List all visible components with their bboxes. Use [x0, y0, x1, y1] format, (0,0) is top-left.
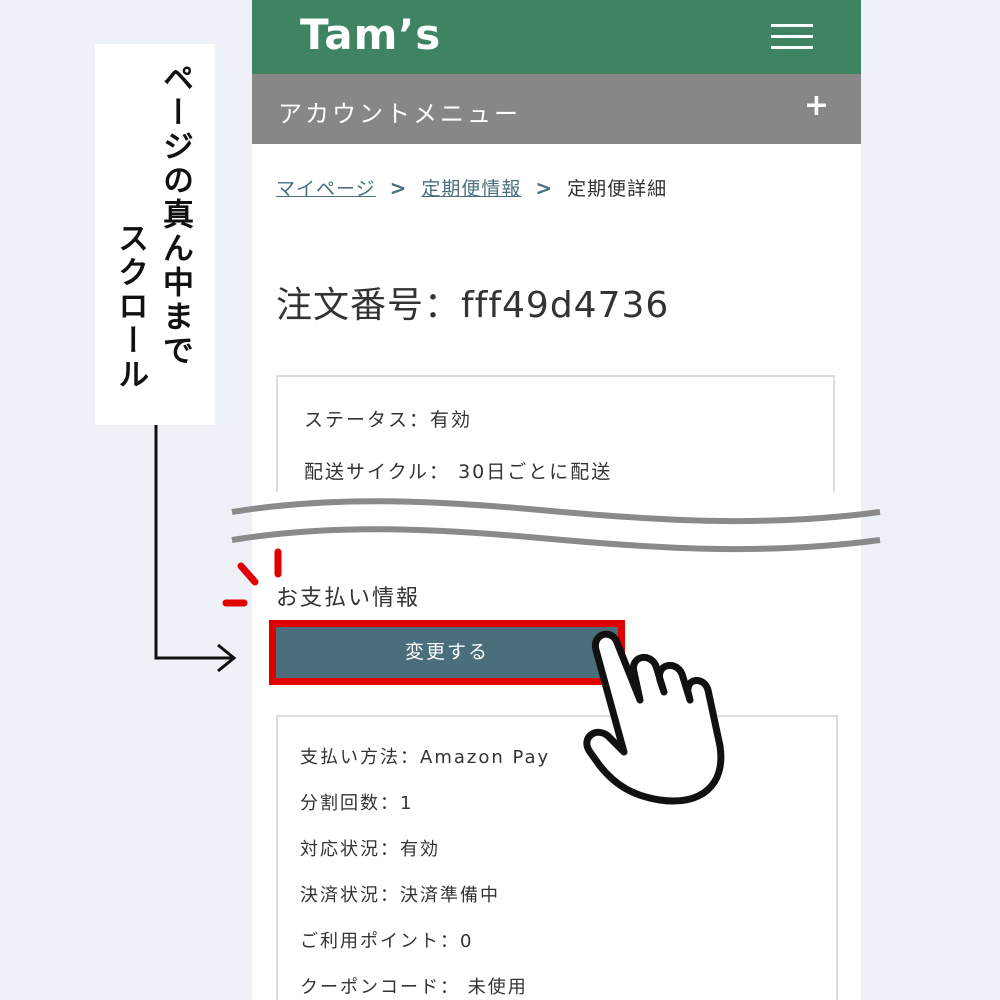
tutorial-screenshot: ページの真ん中まで スクロール Tam’s アカウントメニュー + マイページ >… [0, 0, 1000, 1000]
payment-section: お支払い情報 変更する 支払い方法：Amazon Pay 分割回数：1 対応状況… [252, 492, 861, 1000]
breadcrumb-mypage-link[interactable]: マイページ [276, 178, 376, 200]
points-used-text: ご利用ポイント：0 [300, 931, 474, 952]
change-payment-button[interactable]: 変更する [269, 620, 625, 685]
instruction-callout: ページの真ん中まで スクロール [95, 44, 215, 425]
hamburger-menu-icon[interactable] [771, 24, 813, 50]
phone-screen: Tam’s アカウントメニュー + マイページ > 定期便情報 > 定期便詳細 注文番号… [252, 0, 861, 1000]
chevron-right-icon: > [535, 176, 554, 200]
site-logo[interactable]: Tam’s [300, 10, 441, 59]
breadcrumb-current: 定期便詳細 [567, 178, 668, 200]
delivery-cycle-text: 配送サイクル： 30日ごとに配送 [304, 461, 613, 483]
status-text: ステータス：有効 [304, 409, 473, 431]
settlement-status-text: 決済状況：決済準備中 [300, 885, 500, 906]
order-number-title: 注文番号：fff49d4736 [276, 285, 670, 326]
account-menu-label: アカウントメニュー [278, 100, 521, 128]
payment-method-text: 支払い方法：Amazon Pay [300, 747, 551, 768]
breadcrumb: マイページ > 定期便情報 > 定期便詳細 [276, 174, 667, 201]
chevron-right-icon: > [389, 176, 408, 200]
breadcrumb-subscription-link[interactable]: 定期便情報 [421, 178, 521, 200]
plus-icon[interactable]: + [804, 88, 829, 123]
coupon-code-text: クーポンコード： 未使用 [300, 977, 528, 998]
installments-text: 分割回数：1 [300, 793, 414, 814]
payment-info-box: 支払い方法：Amazon Pay 分割回数：1 対応状況：有効 決済状況：決済準… [276, 715, 838, 1000]
instruction-line-1: ページの真ん中まで [157, 62, 193, 368]
site-header: Tam’s [252, 0, 861, 74]
payment-heading: お支払い情報 [276, 586, 421, 611]
account-menu-bar[interactable]: アカウントメニュー + [252, 74, 861, 144]
handling-status-text: 対応状況：有効 [300, 839, 440, 860]
instruction-line-2: スクロール [112, 222, 148, 392]
